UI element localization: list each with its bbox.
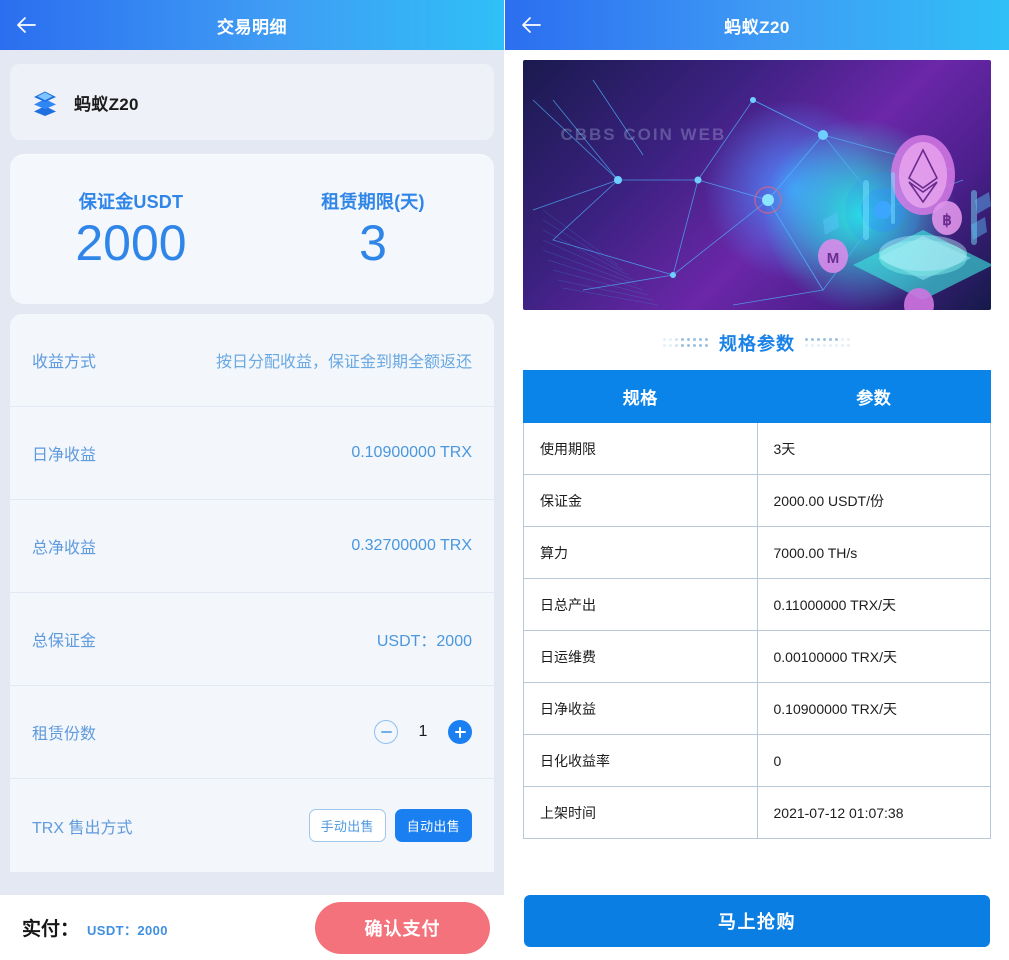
spec-key: 保证金 (523, 474, 758, 527)
spec-key: 算力 (523, 526, 758, 579)
spec-value: 0.00100000 TRX/天 (756, 630, 991, 683)
spec-key: 日化收益率 (523, 734, 758, 787)
summary-card: 保证金USDT 2000 租赁期限(天) 3 (10, 154, 494, 304)
table-row: 日净收益 0.10900000 TRX/天 (523, 682, 991, 735)
spec-key: 使用期限 (523, 422, 758, 475)
pay-bar: 实付： USDT：2000 确认支付 (0, 895, 504, 960)
detail-row-total-net: 总净收益 0.32700000 TRX (10, 500, 494, 593)
detail-value: 按日分配收益，保证金到期全额返还 (215, 354, 472, 371)
spec-value: 0.11000000 TRX/天 (756, 578, 991, 631)
spec-value: 0 (756, 734, 991, 787)
detail-list: 收益方式 按日分配收益，保证金到期全额返还 日净收益 0.10900000 TR… (10, 314, 494, 872)
product-summary-card: 蚂蚁Z20 (10, 64, 494, 140)
dot-decoration-left-icon (663, 338, 709, 348)
summary-term-value: 3 (359, 214, 387, 271)
product-detail-screen: 蚂蚁Z20 ฿ M CBBS COIN WEB 规格参数 规格 参数 使用期限 … (505, 0, 1009, 960)
spec-title-text: 规格参数 (719, 334, 795, 354)
detail-value: USDT：2000 (376, 633, 472, 650)
spec-table-container: 规格 参数 使用期限 3天 保证金 2000.00 USDT/份 算力 7000… (505, 358, 1009, 839)
back-arrow-icon[interactable] (14, 12, 40, 38)
spec-value: 2000.00 USDT/份 (756, 474, 991, 527)
order-detail-screen: 交易明细 蚂蚁Z20 保证金USDT 2000 租赁期限(天) 3 收益方式 按… (0, 0, 504, 960)
spec-key: 日净收益 (523, 682, 758, 735)
detail-label: 总保证金 (32, 633, 97, 650)
summary-term: 租赁期限(天) 3 (252, 188, 494, 271)
spec-value: 2021-07-12 01:07:38 (756, 786, 991, 839)
summary-term-label: 租赁期限(天) (321, 191, 425, 212)
product-banner-image: ฿ M CBBS COIN WEB (523, 60, 991, 310)
table-row: 日运维费 0.00100000 TRX/天 (523, 630, 991, 683)
svg-text:฿: ฿ (942, 212, 952, 229)
table-row: 使用期限 3天 (523, 422, 991, 475)
minus-circle-icon[interactable] (374, 720, 398, 744)
spec-key: 日总产出 (523, 578, 758, 631)
spec-key: 日运维费 (523, 630, 758, 683)
buy-now-button[interactable]: 马上抢购 (524, 895, 990, 947)
sell-mode-segment: 手动出售 自动出售 (308, 809, 472, 842)
quantity-stepper: 1 (374, 720, 472, 744)
detail-label: 日净收益 (32, 447, 97, 464)
detail-value: 0.32700000 TRX (351, 537, 472, 554)
detail-value: 0.10900000 TRX (351, 444, 472, 461)
table-row: 日总产出 0.11000000 TRX/天 (523, 578, 991, 631)
confirm-payment-button[interactable]: 确认支付 (315, 901, 490, 954)
spec-table: 规格 参数 使用期限 3天 保证金 2000.00 USDT/份 算力 7000… (523, 370, 991, 839)
banner-container: ฿ M CBBS COIN WEB (505, 50, 1009, 310)
table-row: 算力 7000.00 TH/s (523, 526, 991, 579)
plus-circle-icon[interactable] (448, 720, 472, 744)
detail-label: 总净收益 (32, 540, 97, 557)
summary-deposit-label: 保证金USDT (78, 191, 184, 212)
right-appbar: 蚂蚁Z20 (505, 0, 1009, 50)
pay-amount-group: 实付： USDT：2000 (22, 914, 168, 941)
detail-label: TRX 售出方式 (32, 819, 133, 837)
table-row: 上架时间 2021-07-12 01:07:38 (523, 786, 991, 839)
sell-mode-manual-button[interactable]: 手动出售 (308, 809, 386, 842)
column-header-param: 参数 (756, 370, 991, 423)
detail-label: 租赁份数 (32, 726, 97, 743)
detail-row-income-mode: 收益方式 按日分配收益，保证金到期全额返还 (10, 314, 494, 407)
spec-key: 上架时间 (523, 786, 758, 839)
summary-deposit-value: 2000 (75, 214, 187, 271)
banner-watermark: CBBS COIN WEB (560, 125, 727, 144)
left-appbar: 交易明细 (0, 0, 504, 50)
column-header-spec: 规格 (523, 370, 758, 423)
dual-phone-screenshot: 交易明细 蚂蚁Z20 保证金USDT 2000 租赁期限(天) 3 收益方式 按… (0, 0, 1009, 960)
pay-label: 实付： (22, 919, 80, 940)
detail-row-total-deposit: 总保证金 USDT：2000 (10, 593, 494, 686)
table-header-row: 规格 参数 (523, 370, 991, 423)
banner-network-graphic: ฿ M (532, 79, 991, 310)
pay-amount: USDT：2000 (87, 923, 168, 938)
summary-deposit: 保证金USDT 2000 (10, 188, 252, 271)
product-name: 蚂蚁Z20 (74, 94, 139, 114)
detail-label: 收益方式 (32, 354, 97, 371)
buy-bar: 马上抢购 (505, 882, 1009, 960)
page-title: 交易明细 (217, 17, 287, 37)
table-row: 保证金 2000.00 USDT/份 (523, 474, 991, 527)
back-arrow-icon[interactable] (519, 12, 545, 38)
detail-row-share-count: 租赁份数 1 (10, 686, 494, 779)
stacked-cube-icon (32, 88, 58, 116)
spec-section-title: 规格参数 (505, 328, 1009, 358)
detail-row-daily-net: 日净收益 0.10900000 TRX (10, 407, 494, 500)
quantity-value: 1 (418, 723, 428, 740)
spec-value: 0.10900000 TRX/天 (756, 682, 991, 735)
page-title: 蚂蚁Z20 (724, 17, 790, 37)
sell-mode-auto-button[interactable]: 自动出售 (394, 809, 472, 842)
detail-row-sell-mode: TRX 售出方式 手动出售 自动出售 (10, 779, 494, 872)
spec-value: 3天 (756, 422, 991, 475)
svg-text:M: M (827, 250, 840, 267)
spec-value: 7000.00 TH/s (756, 526, 991, 579)
table-row: 日化收益率 0 (523, 734, 991, 787)
dot-decoration-right-icon (805, 338, 851, 348)
